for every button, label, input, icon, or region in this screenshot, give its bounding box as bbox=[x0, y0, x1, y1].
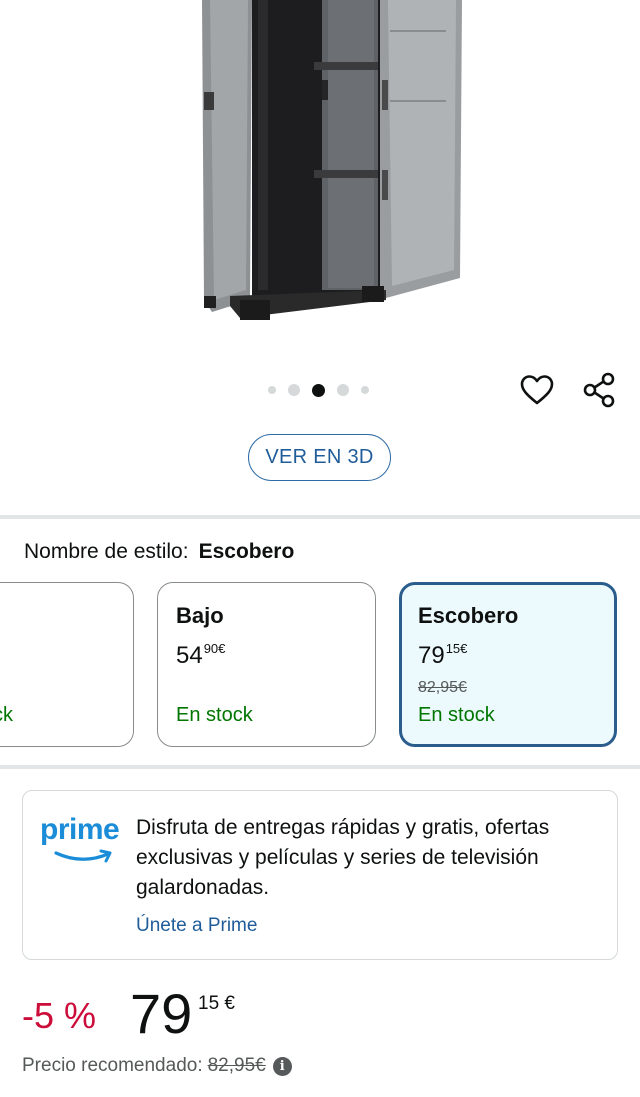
prime-smile-icon bbox=[54, 849, 112, 863]
style-label-row: Nombre de estilo: Escobero bbox=[24, 540, 294, 564]
prime-promo: prime Disfruta de entregas rápidas y gra… bbox=[22, 790, 618, 960]
style-option-price: 7915€ bbox=[418, 641, 468, 669]
style-option-old-price: 82,95€ bbox=[418, 679, 467, 696]
style-option-name: Bajo bbox=[176, 603, 224, 628]
list-price-label: Precio recomendado: bbox=[22, 1055, 203, 1076]
discount-percentage: -5 % bbox=[22, 995, 97, 1036]
carousel-dot[interactable] bbox=[361, 386, 369, 394]
carousel-dot[interactable] bbox=[337, 384, 349, 396]
style-option-card-selected[interactable]: Escobero 7915€ 82,95€ En stock bbox=[399, 582, 617, 747]
join-prime-link[interactable]: Únete a Prime bbox=[136, 915, 257, 937]
prime-description: Disfruta de entregas rápidas y gratis, o… bbox=[136, 816, 550, 899]
view-3d-button[interactable]: VER EN 3D bbox=[248, 434, 391, 481]
share-button[interactable] bbox=[577, 368, 621, 412]
style-option-stock: ck bbox=[0, 704, 13, 726]
carousel-dot-active[interactable] bbox=[312, 383, 325, 397]
product-image[interactable] bbox=[0, 0, 640, 360]
style-option-stock: En stock bbox=[418, 704, 495, 726]
list-price-value: 82,95€ bbox=[207, 1055, 266, 1076]
carousel-dot[interactable] bbox=[288, 384, 300, 396]
carousel-dot[interactable] bbox=[268, 386, 276, 394]
product-page: VER EN 3D Nombre de estilo: Escobero ck B… bbox=[0, 0, 640, 1097]
cabinet-image bbox=[202, 0, 462, 320]
style-selected-value: Escobero bbox=[198, 540, 295, 563]
style-option-card[interactable]: ck bbox=[0, 582, 134, 747]
style-option-stock: En stock bbox=[176, 704, 253, 726]
price-whole: 79 bbox=[130, 982, 193, 1045]
prime-logo: prime bbox=[40, 813, 122, 863]
style-option-card[interactable]: Bajo 5490€ En stock bbox=[157, 582, 376, 747]
list-price-row: Precio recomendado: 82,95€ i bbox=[22, 1055, 292, 1077]
section-divider bbox=[0, 765, 640, 769]
prime-logo-text: prime bbox=[40, 813, 120, 846]
price-fraction: 15 € bbox=[198, 993, 235, 1014]
share-icon bbox=[583, 372, 615, 408]
style-option-price: 5490€ bbox=[176, 641, 226, 669]
wishlist-button[interactable] bbox=[515, 368, 559, 412]
info-icon[interactable]: i bbox=[272, 1056, 292, 1076]
style-label: Nombre de estilo: bbox=[24, 540, 189, 563]
style-option-name: Escobero bbox=[418, 603, 519, 628]
section-divider bbox=[0, 515, 640, 519]
heart-icon bbox=[520, 375, 554, 405]
carousel-indicator bbox=[262, 381, 375, 399]
